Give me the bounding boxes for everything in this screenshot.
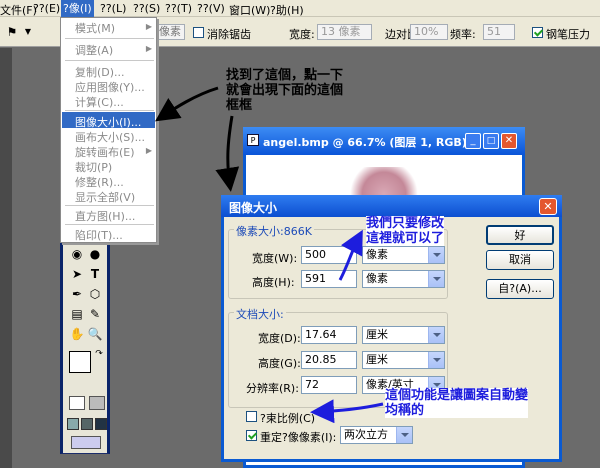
arrow-to-dialog xyxy=(215,115,240,192)
arrow-to-image-size xyxy=(155,86,219,122)
arrow-to-fields xyxy=(338,229,363,281)
arrow-to-constrain xyxy=(310,399,384,424)
annotation-arrows xyxy=(155,86,384,424)
